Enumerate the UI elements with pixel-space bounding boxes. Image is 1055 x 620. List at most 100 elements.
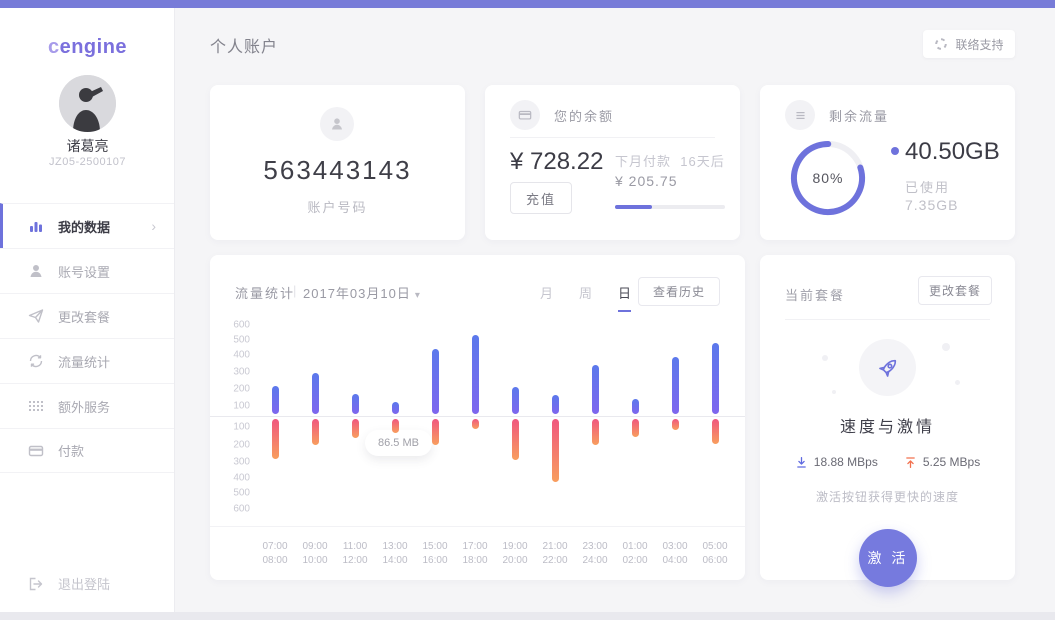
sidebar-item-change-plan[interactable]: 更改套餐 xyxy=(0,293,174,338)
bar-up xyxy=(432,349,439,414)
account-number-label: 账户号码 xyxy=(210,197,465,216)
activate-hint: 激活按钮获得更快的速度 xyxy=(760,488,1015,505)
y-tick: 300 xyxy=(218,367,250,378)
bar-up xyxy=(352,394,359,414)
top-accent-bar xyxy=(0,0,1055,8)
x-tick: 03:0004:00 xyxy=(653,540,697,568)
sidebar-item-label: 额外服务 xyxy=(58,397,110,416)
bar-down xyxy=(672,419,679,430)
bar-down xyxy=(712,419,719,444)
x-tick: 21:0022:00 xyxy=(533,540,577,568)
credit-card-icon xyxy=(28,443,44,459)
y-tick: 500 xyxy=(218,335,250,346)
change-plan-button[interactable]: 更改套餐 xyxy=(918,276,992,305)
upload-speed-value: 5.25 MBps xyxy=(923,455,980,469)
y-tick: 300 xyxy=(218,457,250,468)
person-icon xyxy=(320,107,354,141)
bar-up xyxy=(552,395,559,414)
logo-rest: engine xyxy=(60,36,127,58)
list-icon xyxy=(785,100,815,130)
download-speed-value: 18.88 MBps xyxy=(814,455,878,469)
deco-dot xyxy=(822,355,828,361)
remaining-dot xyxy=(891,147,899,155)
sidebar-item-extra-services[interactable]: 额外服务 xyxy=(0,383,174,428)
logout-icon xyxy=(28,576,44,592)
deco-dot xyxy=(942,343,950,351)
usage-donut: 80% xyxy=(788,138,868,218)
activate-button[interactable]: 激 活 xyxy=(859,529,917,587)
upload-icon xyxy=(904,456,917,469)
bar-down xyxy=(632,419,639,437)
user-icon xyxy=(28,263,44,279)
download-icon xyxy=(795,456,808,469)
traffic-chart-plot: 86.5 MB 10020030040050060010020030040050… xyxy=(210,255,745,580)
sidebar-item-label: 流量统计 xyxy=(58,352,110,371)
contact-support-label: 联络支持 xyxy=(955,36,1003,53)
bar-up xyxy=(312,373,319,414)
sidebar: cengine 诸葛亮 JZ05-2500107 我的数据 › xyxy=(0,8,175,612)
bar-up xyxy=(392,402,399,414)
sidebar-item-label: 我的数据 xyxy=(58,217,110,236)
sidebar-item-label: 账号设置 xyxy=(58,262,110,281)
next-payment-due: 16天后 xyxy=(680,154,724,169)
bar-down xyxy=(552,419,559,482)
y-tick: 100 xyxy=(218,422,250,433)
deco-dot xyxy=(832,390,836,394)
contact-support-button[interactable]: 联络支持 xyxy=(923,30,1015,58)
plan-name: 速度与激情 xyxy=(760,413,1015,437)
speed-row: 18.88 MBps 5.25 MBps xyxy=(760,455,1015,469)
bar-up xyxy=(592,365,599,414)
next-payment-text: 下月付款 xyxy=(615,154,671,169)
y-tick: 100 xyxy=(218,401,250,412)
bar-up xyxy=(472,335,479,414)
bar-down xyxy=(432,419,439,445)
avatar xyxy=(59,75,116,132)
x-tick: 13:0014:00 xyxy=(373,540,417,568)
logout-button[interactable]: 退出登陆 xyxy=(0,574,175,593)
sidebar-item-traffic-stats[interactable]: 流量统计 xyxy=(0,338,174,383)
page-title: 个人账户 xyxy=(210,33,278,57)
download-speed: 18.88 MBps xyxy=(795,455,878,469)
bar-down xyxy=(472,419,479,429)
usage-percent: 80% xyxy=(788,138,868,218)
bar-up xyxy=(272,386,279,414)
recharge-button[interactable]: 充值 xyxy=(510,182,572,214)
y-tick: 600 xyxy=(218,504,250,515)
logo-first-letter: c xyxy=(48,36,60,58)
bar-down xyxy=(352,419,359,438)
x-tick: 09:0010:00 xyxy=(293,540,337,568)
x-tick: 05:0006:00 xyxy=(693,540,737,568)
sidebar-item-label: 付款 xyxy=(58,441,84,460)
next-payment-amount: ¥ 205.75 xyxy=(615,173,678,189)
logout-label: 退出登陆 xyxy=(58,574,110,593)
upload-speed: 5.25 MBps xyxy=(904,455,980,469)
chart-tooltip: 86.5 MB xyxy=(365,430,432,456)
chevron-right-icon: › xyxy=(151,218,156,234)
y-tick: 200 xyxy=(218,384,250,395)
sidebar-item-payment[interactable]: 付款 xyxy=(0,428,174,473)
remaining-data-card: 剩余流量 80% 40.50GB 已使用 7.35GB xyxy=(760,85,1015,240)
sidebar-item-account-settings[interactable]: 账号设置 xyxy=(0,248,174,293)
main-content: 个人账户 联络支持 563443143 账户号码 您的余额 ¥ 728.22 充… xyxy=(175,8,1055,612)
bar-chart-icon xyxy=(28,218,44,234)
current-plan-card: 当前套餐 更改套餐 速度与激情 18.8 xyxy=(760,255,1015,580)
zero-axis-line xyxy=(210,416,745,417)
wallet-card-icon xyxy=(510,100,540,130)
balance-amount: ¥ 728.22 xyxy=(510,148,603,176)
bar-down xyxy=(592,419,599,445)
traffic-chart-card: 流量统计 | 2017年03月10日▾ 月 周 日 查看历史 86.5 MB 1… xyxy=(210,255,745,580)
payment-progress-fill xyxy=(615,205,652,209)
user-name: 诸葛亮 xyxy=(0,136,175,156)
account-number: 563443143 xyxy=(210,155,465,186)
x-tick: 15:0016:00 xyxy=(413,540,457,568)
refresh-icon xyxy=(28,353,44,369)
remaining-amount: 40.50GB xyxy=(905,138,1000,166)
y-tick: 200 xyxy=(218,440,250,451)
x-tick: 07:0008:00 xyxy=(253,540,297,568)
life-buoy-icon xyxy=(934,37,948,51)
used-label: 已使用 xyxy=(905,177,950,196)
rocket-icon xyxy=(859,339,916,396)
sidebar-item-my-data[interactable]: 我的数据 › xyxy=(0,203,174,248)
divider xyxy=(510,137,715,138)
x-tick: 01:0002:00 xyxy=(613,540,657,568)
